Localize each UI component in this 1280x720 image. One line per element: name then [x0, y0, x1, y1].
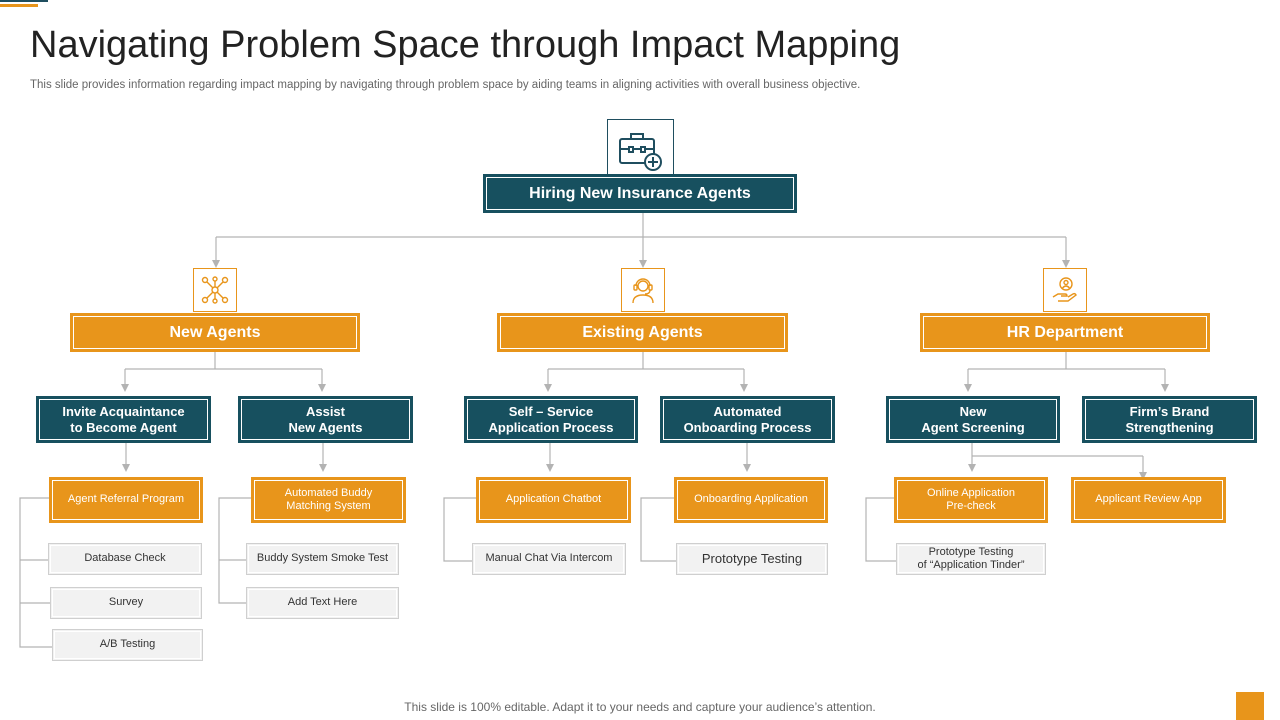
root-icon-box [607, 119, 674, 180]
activity-node: New Agent Screening [886, 396, 1060, 443]
activity-node: Automated Onboarding Process [660, 396, 835, 443]
activity-node: Assist New Agents [238, 396, 413, 443]
branch-label: Existing Agents [582, 323, 703, 341]
branch-node-new-agents: New Agents [70, 313, 360, 352]
deliverable-node: Automated Buddy Matching System [251, 477, 406, 523]
deliverable-node: Onboarding Application [674, 477, 828, 523]
root-node: Hiring New Insurance Agents [483, 174, 797, 213]
test-item: Prototype Testing of “Application Tinder… [896, 543, 1046, 575]
deliverable-node: Online Application Pre-check [894, 477, 1048, 523]
deliverable-node: Application Chatbot [476, 477, 631, 523]
test-item: Manual Chat Via Intercom [472, 543, 626, 575]
test-item: A/B Testing [52, 629, 203, 661]
briefcase-add-icon [618, 132, 662, 171]
headset-agent-icon [632, 278, 654, 304]
network-nodes-icon [201, 276, 229, 304]
activity-node: Firm’s Brand Strengthening [1082, 396, 1257, 443]
branch-node-hr-department: HR Department [920, 313, 1210, 352]
test-item: Prototype Testing [676, 543, 828, 575]
branch-label: HR Department [1006, 323, 1124, 341]
branch-node-existing-agents: Existing Agents [497, 313, 788, 352]
branch-label: New Agents [169, 323, 261, 341]
test-item: Database Check [48, 543, 202, 575]
hand-user-icon [1052, 277, 1077, 302]
root-node-label: Hiring New Insurance Agents [529, 184, 751, 202]
test-item: Add Text Here [246, 587, 399, 619]
branch-icon-box-hr-department [1043, 268, 1087, 312]
branch-icon-box-existing-agents [621, 268, 665, 312]
deliverable-node: Agent Referral Program [49, 477, 203, 523]
test-item: Buddy System Smoke Test [246, 543, 399, 575]
deliverable-node: Applicant Review App [1071, 477, 1226, 523]
activity-node: Self – Service Application Process [464, 396, 638, 443]
footer-note: This slide is 100% editable. Adapt it to… [404, 700, 876, 714]
branch-icon-box-new-agents [193, 268, 237, 312]
corner-accent-square [1236, 692, 1264, 720]
activity-node: Invite Acquaintance to Become Agent [36, 396, 211, 443]
test-item: Survey [50, 587, 202, 619]
